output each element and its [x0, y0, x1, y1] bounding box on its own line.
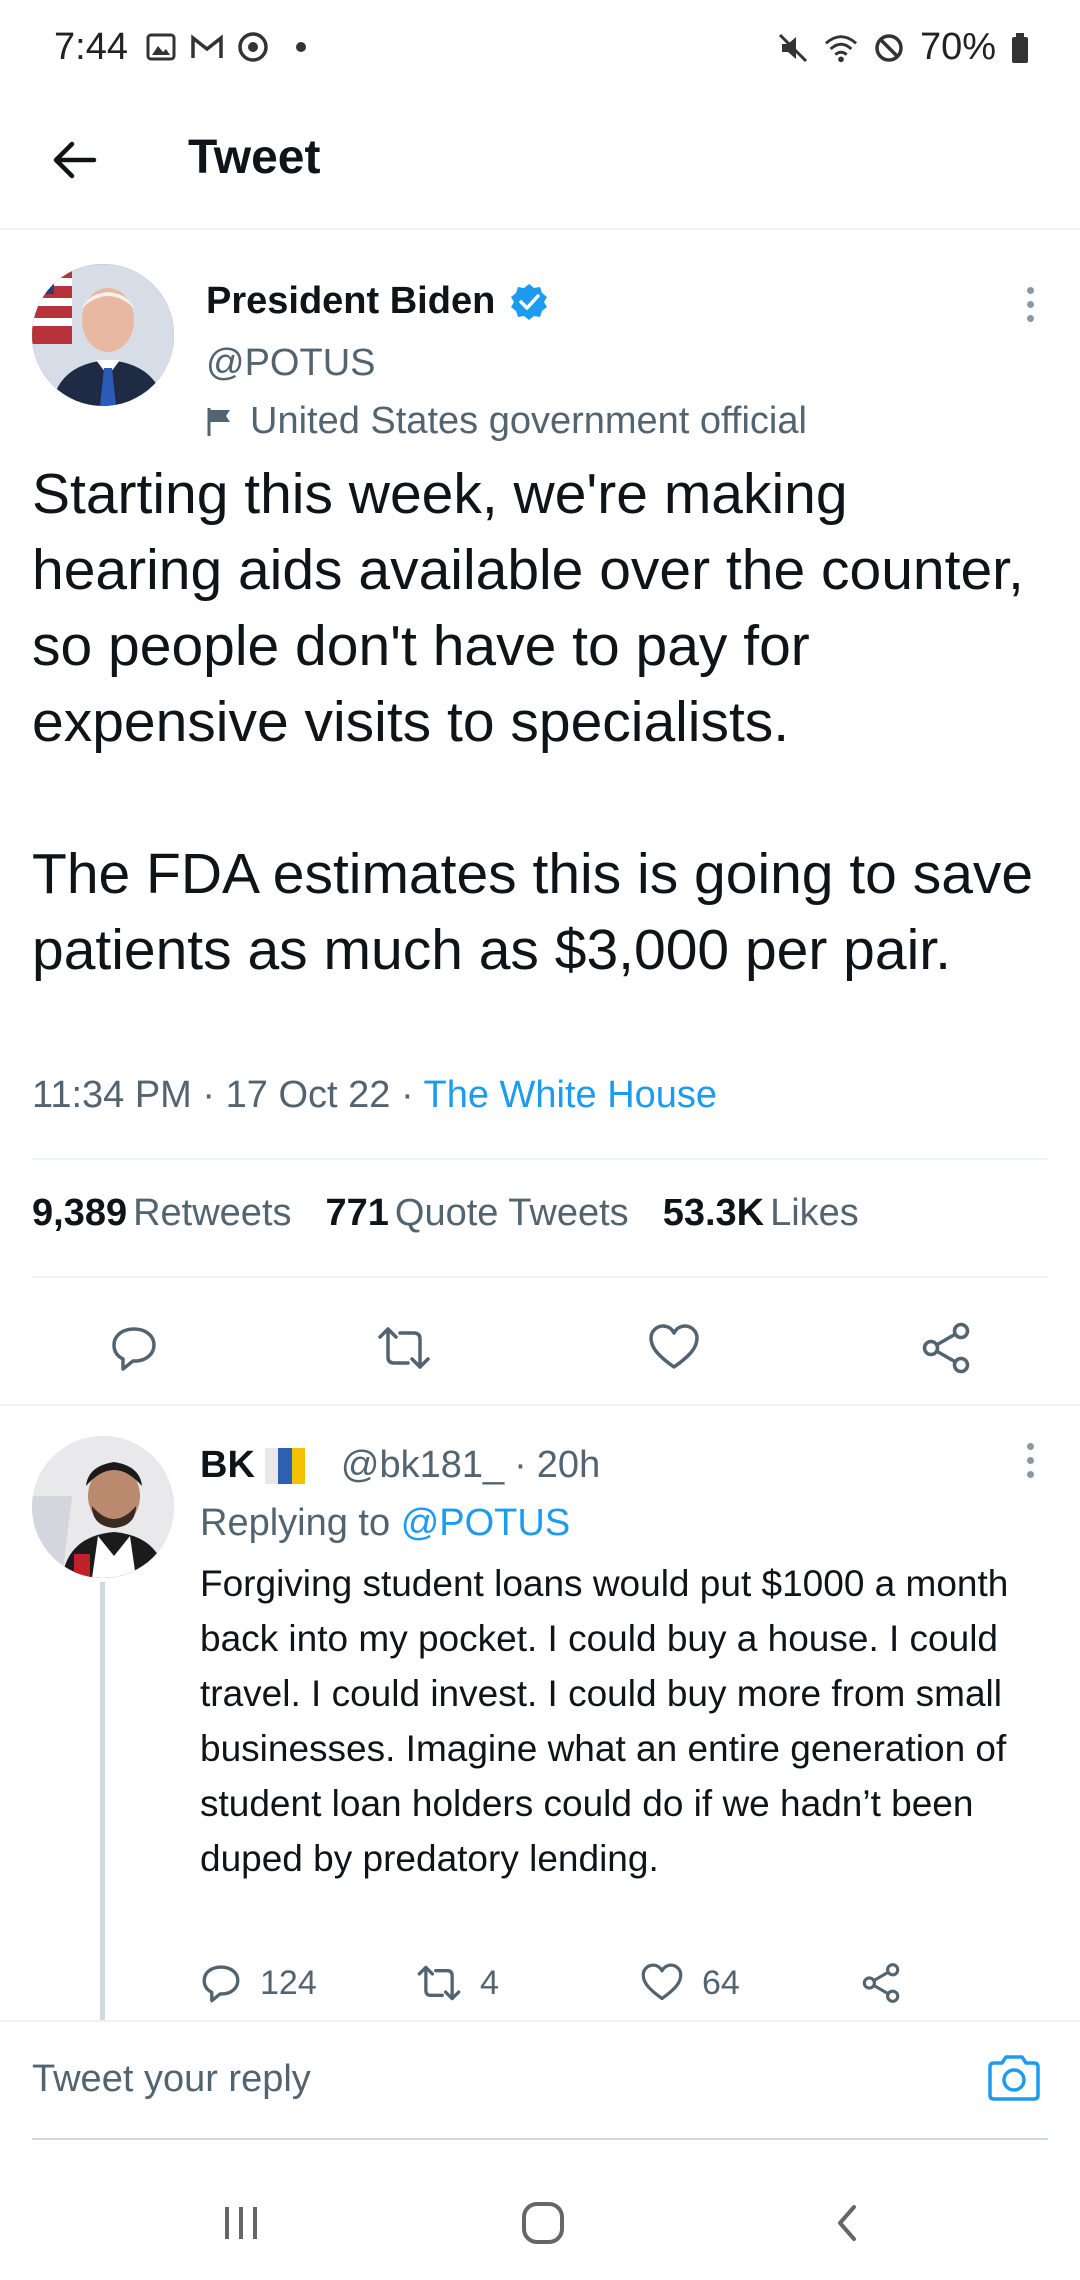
reply-icon — [202, 1965, 240, 2003]
more-dot-icon — [1026, 314, 1034, 322]
author-avatar[interactable] — [32, 264, 174, 406]
retweet-icon — [378, 1327, 430, 1369]
reply-input[interactable] — [32, 2044, 932, 2114]
heart-icon — [641, 1963, 683, 2001]
retweets-label: Retweets — [133, 1192, 292, 1234]
reply-button[interactable] — [104, 1318, 164, 1378]
reply-reply-button[interactable]: 124 — [200, 1962, 317, 2004]
gmail-icon — [190, 30, 224, 64]
likes-label: Likes — [770, 1192, 859, 1234]
reply-author-row[interactable]: BK @bk181_ · 20h — [200, 1444, 600, 1487]
retweets-stat[interactable]: 9,389 Retweets — [32, 1192, 292, 1235]
divider — [32, 1158, 1048, 1160]
battery-icon — [1010, 31, 1030, 65]
quote-tweets-label: Quote Tweets — [394, 1192, 629, 1234]
retweets-count: 9,389 — [32, 1192, 128, 1234]
battery-percent: 70% — [919, 26, 996, 68]
reply-composer — [0, 2020, 1080, 2140]
reply-likes-count: 64 — [702, 1963, 740, 2002]
quote-tweets-stat[interactable]: 771 Quote Tweets — [326, 1192, 629, 1235]
status-time: 7:44 — [54, 26, 128, 68]
divider — [32, 1276, 1048, 1278]
government-label[interactable]: United States government official — [204, 400, 807, 443]
system-icons: 70% — [776, 26, 1030, 69]
home-button[interactable] — [508, 2188, 578, 2258]
more-dot-icon — [1026, 300, 1034, 308]
like-button[interactable] — [644, 1318, 704, 1378]
reply-text: Forgiving student loans would put $1000 … — [200, 1563, 1009, 1879]
status-bar: 7:44 70% — [0, 0, 1080, 100]
likes-stat[interactable]: 53.3K Likes — [663, 1192, 859, 1235]
retweet-icon — [417, 1965, 461, 2001]
reply-author-handle: @bk181_ — [340, 1444, 505, 1486]
reply-retweets-count: 4 — [480, 1963, 499, 2002]
ukraine-flag-icon — [264, 1447, 305, 1484]
tweet-action-bar — [0, 1300, 1080, 1400]
tweet-timestamp: 11:34 PM · 17 Oct 22 · The White House — [32, 1074, 718, 1116]
back-arrow-icon — [53, 141, 97, 179]
section-divider — [0, 1404, 1080, 1406]
quote-tweets-count: 771 — [325, 1192, 389, 1234]
more-dot-icon — [1026, 286, 1034, 294]
more-dot-icon — [1026, 1442, 1034, 1450]
camera-button[interactable] — [984, 2048, 1044, 2108]
reply-like-button[interactable]: 64 — [640, 1962, 740, 2004]
tweet-source-link[interactable]: The White House — [423, 1074, 717, 1116]
system-back-button[interactable] — [812, 2188, 882, 2258]
reply-age: 20h — [536, 1444, 601, 1486]
reply-more-button[interactable] — [1010, 1430, 1050, 1490]
replying-to-mention[interactable]: @POTUS — [401, 1502, 570, 1544]
block-icon — [872, 31, 906, 65]
tweet-text: Starting this week, we're making hearing… — [32, 462, 1034, 982]
share-icon — [922, 1322, 970, 1374]
composer-divider — [32, 2138, 1048, 2140]
reply-retweet-button[interactable]: 4 — [416, 1962, 499, 2004]
reply-author-avatar[interactable] — [32, 1436, 174, 1578]
reply-action-bar: 124 4 64 — [200, 1962, 920, 2022]
gallery-icon — [144, 30, 178, 64]
notification-icons — [144, 30, 306, 64]
camera-icon — [988, 2055, 1040, 2101]
share-icon — [862, 1963, 900, 2003]
recent-apps-icon — [225, 2207, 257, 2239]
retweet-button[interactable] — [374, 1318, 434, 1378]
recent-apps-button[interactable] — [206, 2188, 276, 2258]
likes-count: 53.3K — [662, 1192, 765, 1234]
thread-connector-line — [100, 1582, 105, 2022]
flag-icon — [207, 407, 230, 436]
chevron-left-icon — [838, 2205, 856, 2241]
reply-share-button[interactable] — [860, 1962, 902, 2004]
top-app-bar: Tweet — [0, 100, 1080, 230]
back-button[interactable] — [44, 130, 104, 190]
reply-author-name: BK — [200, 1444, 255, 1486]
author-name-row[interactable]: President Biden — [206, 280, 549, 323]
tweet-date: 17 Oct 22 — [225, 1074, 391, 1116]
verified-badge-icon — [511, 283, 548, 320]
tweet-time: 11:34 PM — [32, 1074, 192, 1116]
replying-to: Replying to @POTUS — [200, 1502, 570, 1545]
system-navigation-bar — [0, 2160, 1080, 2280]
share-button[interactable] — [916, 1318, 976, 1378]
more-dot-icon — [1026, 1456, 1034, 1464]
author-name: President Biden — [206, 280, 496, 322]
mute-icon — [776, 31, 810, 65]
heart-icon — [649, 1324, 699, 1369]
government-label-text: United States government official — [250, 400, 807, 442]
wifi-icon — [824, 31, 858, 65]
replying-to-prefix: Replying to — [200, 1502, 391, 1544]
more-notifications-dot — [296, 42, 306, 52]
reply-icon — [112, 1327, 156, 1371]
tweet-more-button[interactable] — [1010, 274, 1050, 334]
chrome-icon — [236, 30, 270, 64]
author-handle[interactable]: @POTUS — [206, 342, 375, 385]
page-title: Tweet — [188, 131, 321, 184]
tweet-stats: 9,389 Retweets 771 Quote Tweets 53.3K Likes — [32, 1192, 859, 1235]
reply-replies-count: 124 — [260, 1963, 317, 2002]
home-icon — [522, 2202, 564, 2244]
more-dot-icon — [1026, 1470, 1034, 1478]
